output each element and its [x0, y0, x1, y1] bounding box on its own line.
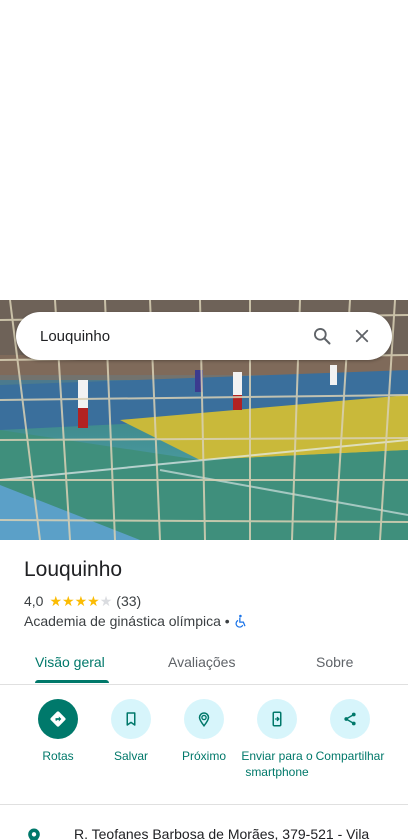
- star-icon: ★: [87, 593, 100, 609]
- star-icon: ★: [49, 593, 63, 609]
- tab-about[interactable]: Sobre: [316, 654, 353, 670]
- tab-reviews[interactable]: Avaliações: [168, 654, 235, 670]
- directions-label: Rotas: [42, 749, 74, 763]
- search-icon[interactable]: [302, 316, 342, 356]
- send-to-phone-label: Enviar para o smartphone: [241, 749, 313, 779]
- address-row[interactable]: R. Teofanes Barbosa de Morães, 379-521 -…: [24, 826, 369, 840]
- send-to-phone-icon: [257, 699, 297, 739]
- star-icon: ★: [99, 593, 113, 609]
- directions-button[interactable]: Rotas: [20, 699, 96, 764]
- search-bar[interactable]: Louquinho: [16, 312, 392, 360]
- nearby-label: Próximo: [181, 749, 226, 763]
- star-icon: ★: [74, 593, 88, 609]
- map-blank-area: [0, 0, 408, 300]
- share-label: Compartilhar: [315, 749, 385, 763]
- share-button[interactable]: Compartilhar: [312, 699, 388, 764]
- nearby-icon: [184, 699, 224, 739]
- active-tab-indicator: [35, 680, 109, 683]
- place-title: Louquinho: [24, 558, 123, 581]
- rating-row[interactable]: 4,0 ★ ★ ★ ★ ★ (33): [24, 593, 141, 609]
- close-icon[interactable]: [342, 316, 382, 356]
- rating-stars: ★ ★ ★ ★ ★: [49, 594, 112, 608]
- section-divider: [0, 804, 408, 805]
- send-to-phone-button[interactable]: Enviar para o smartphone: [239, 699, 315, 780]
- save-button[interactable]: Salvar: [93, 699, 169, 764]
- bookmark-icon: [111, 699, 151, 739]
- location-pin-icon: [24, 826, 44, 840]
- directions-icon: [38, 699, 78, 739]
- star-icon: ★: [62, 593, 75, 609]
- wheelchair-accessible-icon: [234, 614, 248, 628]
- save-label: Salvar: [113, 749, 148, 763]
- category-row: Academia de ginástica olímpica •: [24, 613, 248, 629]
- tab-overview[interactable]: Visão geral: [35, 654, 105, 670]
- review-count[interactable]: (33): [116, 593, 141, 609]
- place-category: Academia de ginástica olímpica •: [24, 613, 230, 629]
- place-address: R. Teofanes Barbosa de Morães, 379-521 -…: [74, 826, 370, 840]
- share-icon: [330, 699, 370, 739]
- nearby-button[interactable]: Próximo: [166, 699, 242, 764]
- rating-value: 4,0: [24, 593, 44, 609]
- search-input[interactable]: Louquinho: [40, 328, 302, 345]
- place-tabs: Visão geral Avaliações Sobre: [0, 640, 408, 685]
